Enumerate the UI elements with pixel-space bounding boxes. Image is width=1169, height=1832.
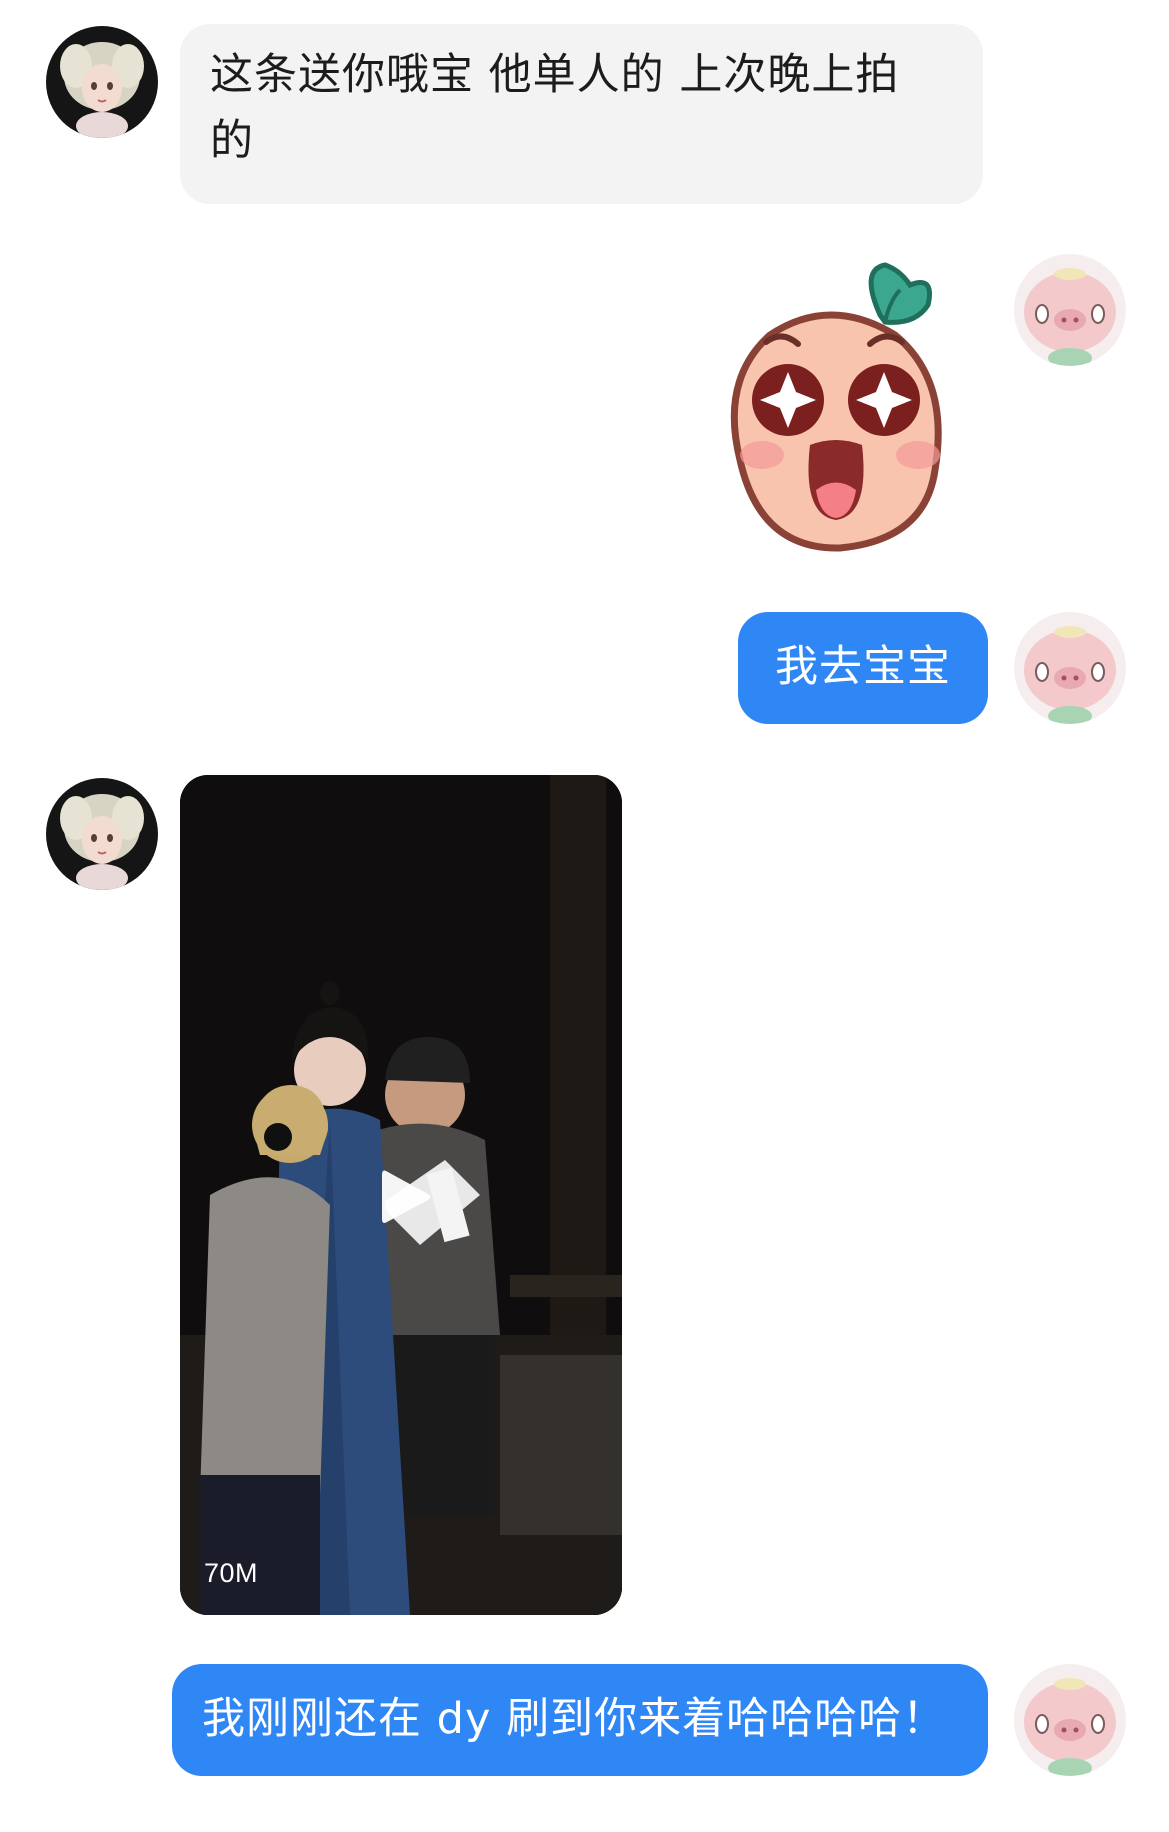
pink-pig-avatar-icon — [1014, 1664, 1126, 1776]
doll-girl-avatar-icon — [46, 26, 158, 138]
pink-pig-avatar-icon — [1014, 254, 1126, 366]
outgoing-text-bubble[interactable]: 我去宝宝 — [738, 612, 988, 724]
message-text-line: 的 — [210, 116, 254, 166]
message-text-line: 这条送你哦宝 他单人的 上次晚上拍 — [210, 50, 900, 100]
contact-avatar[interactable] — [46, 778, 158, 890]
message-text: 我刚刚还在 dy 刷到你来着哈哈哈哈！ — [202, 1694, 947, 1744]
peach-starry-eyes-sticker — [730, 262, 942, 552]
message-text: 我去宝宝 — [775, 642, 951, 692]
chat-thread: 这条送你哦宝 他单人的 上次晚上拍 的 我去宝宝 70M 我刚刚还在 dy 刷到… — [0, 0, 1169, 1832]
pink-pig-avatar-icon — [1014, 612, 1126, 724]
video-message[interactable]: 70M — [180, 775, 622, 1615]
outgoing-text-bubble[interactable]: 我刚刚还在 dy 刷到你来着哈哈哈哈！ — [172, 1664, 988, 1776]
play-icon[interactable] — [378, 1167, 434, 1227]
video-size-label: 70M — [204, 1558, 259, 1588]
doll-girl-avatar-icon — [46, 778, 158, 890]
self-avatar[interactable] — [1014, 254, 1126, 366]
incoming-text-bubble[interactable]: 这条送你哦宝 他单人的 上次晚上拍 的 — [180, 24, 983, 204]
sticker-message[interactable] — [700, 260, 970, 560]
contact-avatar[interactable] — [46, 26, 158, 138]
self-avatar[interactable] — [1014, 612, 1126, 724]
self-avatar[interactable] — [1014, 1664, 1126, 1776]
